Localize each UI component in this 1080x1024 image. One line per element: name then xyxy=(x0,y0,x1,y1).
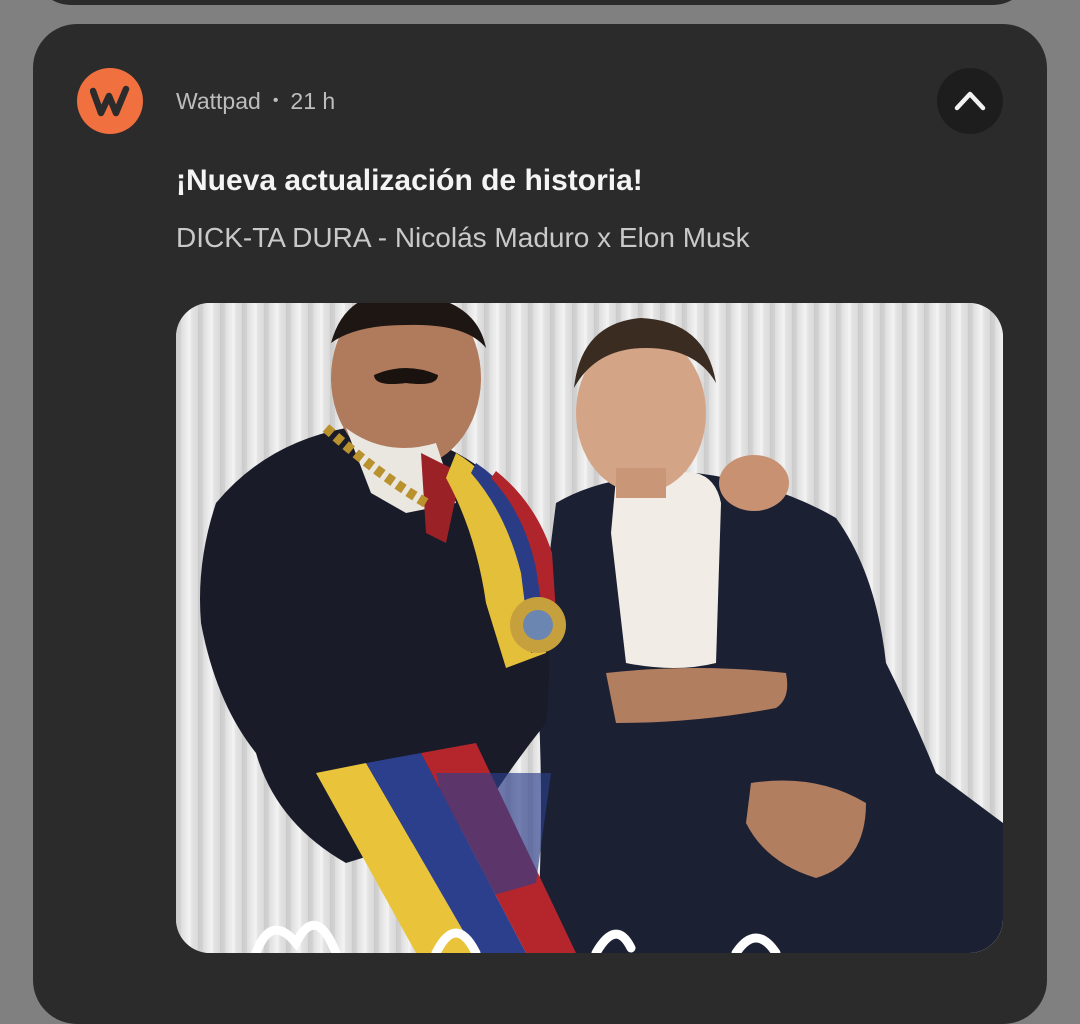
app-name: Wattpad xyxy=(176,87,261,114)
notification-header: Wattpad • 21 h xyxy=(176,86,335,116)
notification-story-cover-image[interactable] xyxy=(176,303,1003,953)
chevron-up-icon xyxy=(954,91,986,111)
wattpad-w-icon xyxy=(90,85,130,117)
notification-body: DICK-TA DURA - Nicolás Maduro x Elon Mus… xyxy=(176,222,750,253)
timestamp: 21 h xyxy=(290,87,336,114)
notification-title: ¡Nueva actualización de historia! xyxy=(176,164,643,197)
header-separator: • xyxy=(272,92,279,109)
collapse-button[interactable] xyxy=(937,68,1003,134)
notification-card[interactable]: Wattpad • 21 h ¡Nueva actualización de h… xyxy=(33,24,1047,1024)
wattpad-app-icon xyxy=(77,68,143,134)
story-cover-photo xyxy=(176,303,1003,953)
previous-notification-card[interactable] xyxy=(33,0,1031,5)
